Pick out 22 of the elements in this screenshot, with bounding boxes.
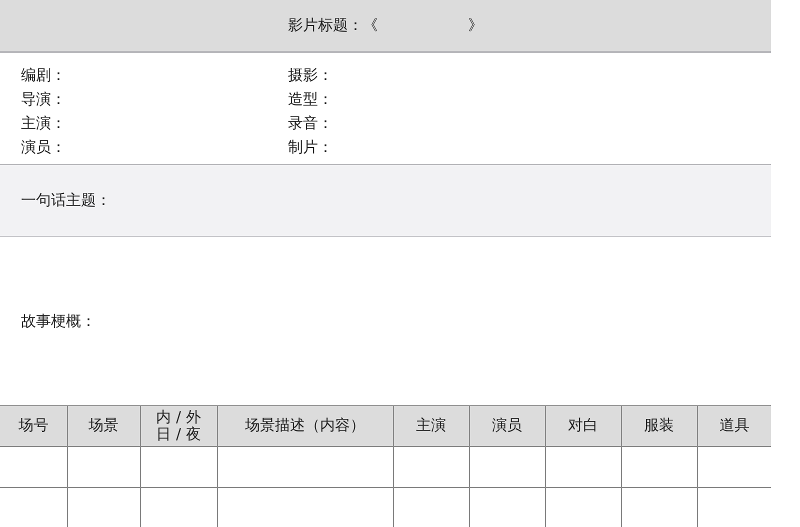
synopsis-label: 故事梗概：: [21, 310, 96, 332]
credit-label: 录音：: [288, 113, 333, 134]
title-bracket: 》: [468, 15, 483, 36]
theme-label: 一句话主题：: [21, 190, 111, 212]
column-header: 场号: [0, 406, 67, 446]
credit-label: 主演：: [21, 113, 66, 134]
column-header: 道具: [697, 406, 771, 446]
column-header: 主演: [393, 406, 469, 446]
column-header: 场景描述（内容）: [217, 406, 393, 446]
column-header-line: 内 / 外: [156, 408, 201, 426]
credit-label: 演员：: [21, 137, 66, 158]
credit-label: 造型：: [288, 89, 333, 110]
credit-label: 导演：: [21, 89, 66, 110]
column-header: 对白: [545, 406, 621, 446]
column-header: 服装: [621, 406, 697, 446]
credit-label: 制片：: [288, 137, 333, 158]
title-label: 影片标题：《: [288, 15, 378, 36]
column-header: 演员: [469, 406, 545, 446]
column-header: 场景: [67, 406, 140, 446]
column-header-line: 日 / 夜: [156, 426, 201, 443]
credit-label: 编剧：: [21, 65, 66, 86]
credit-label: 摄影：: [288, 65, 333, 86]
